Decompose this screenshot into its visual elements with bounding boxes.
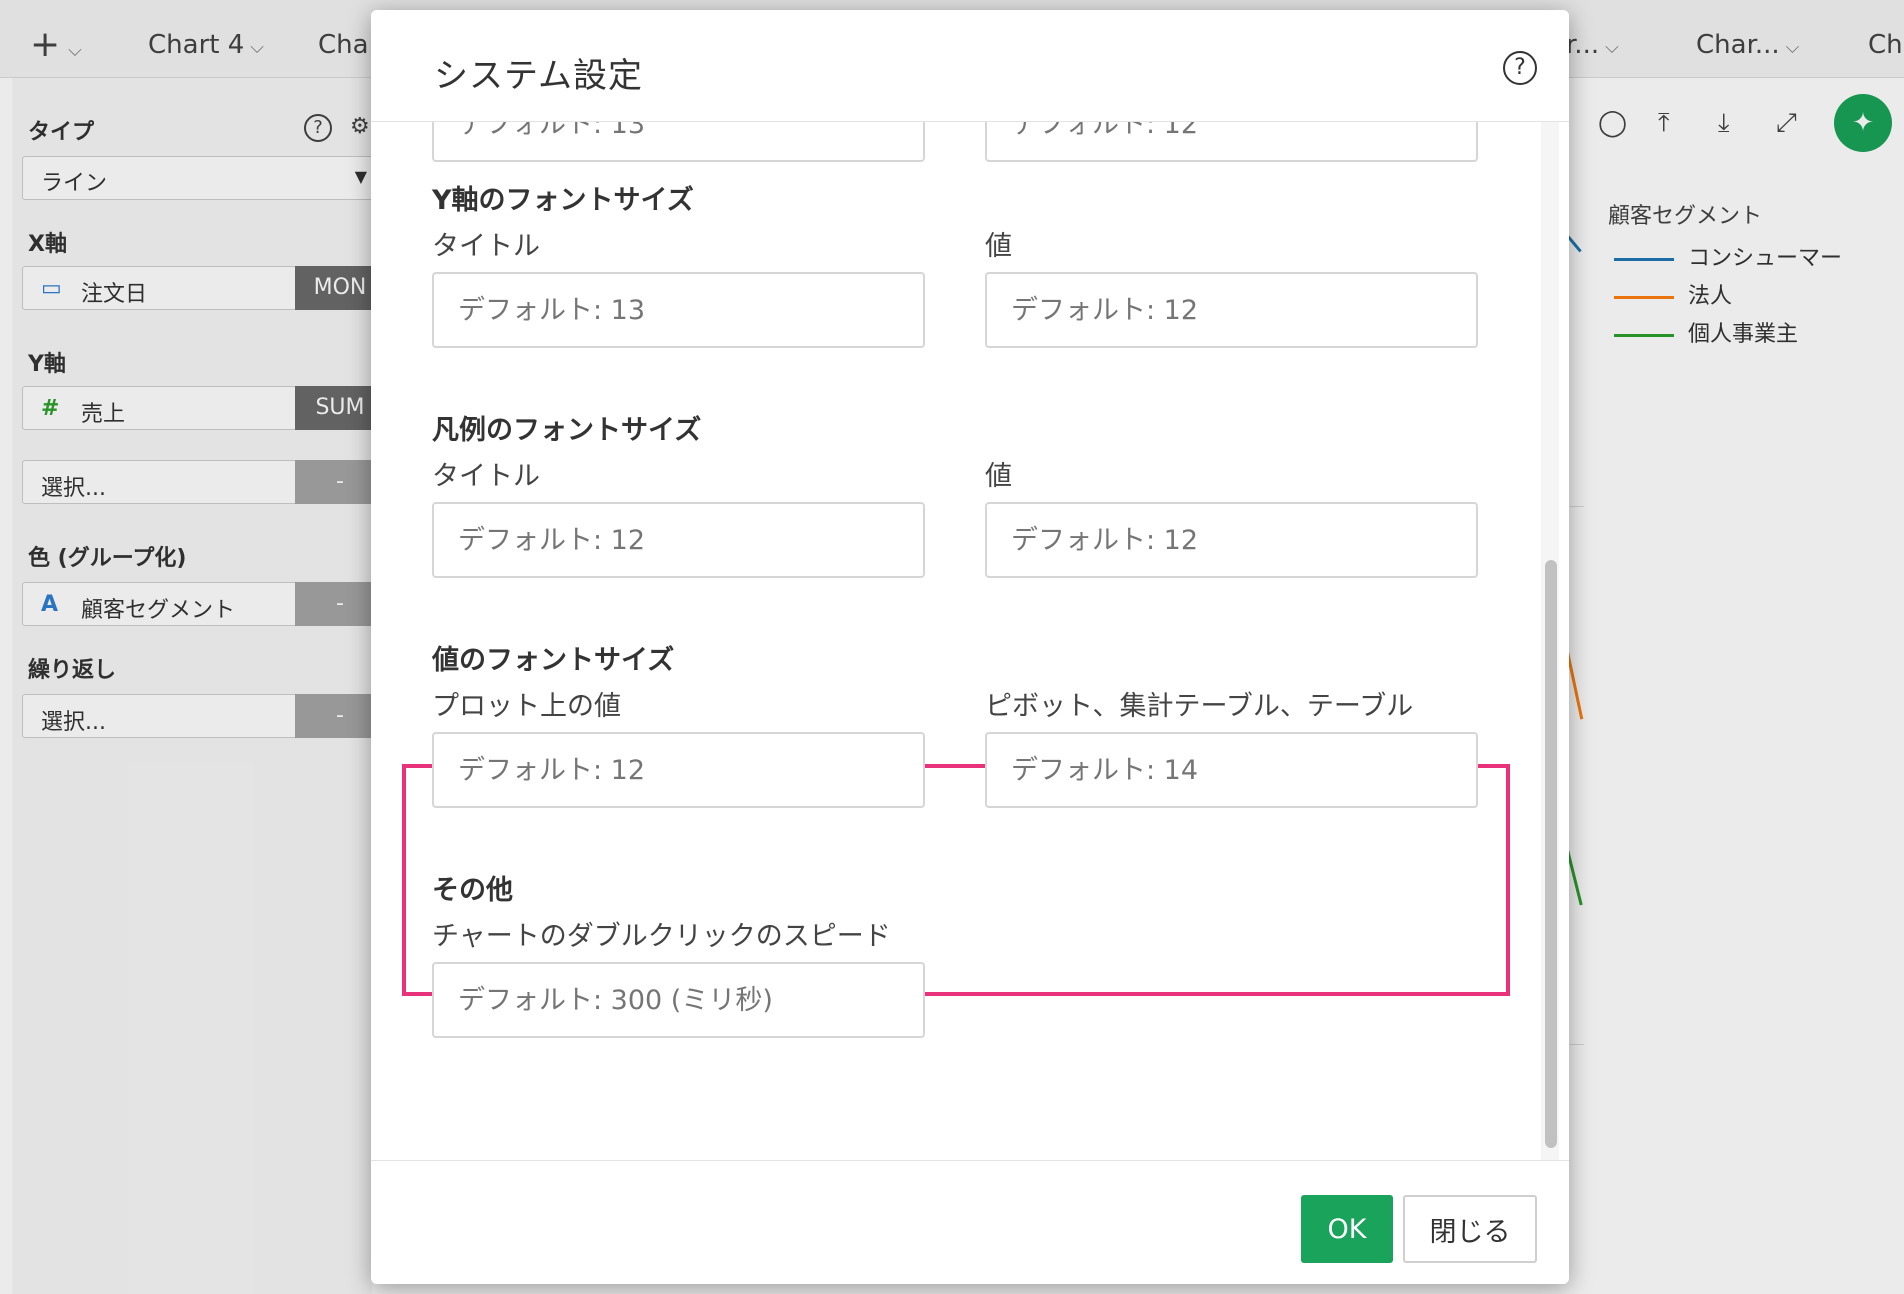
help-icon[interactable]: ? [1503, 51, 1537, 85]
scrolled-field-left[interactable] [432, 122, 925, 162]
legend-value-font-input[interactable] [985, 502, 1478, 578]
ok-button[interactable]: OK [1301, 1195, 1393, 1263]
system-settings-dialog: システム設定 ? Y軸のフォントサイズ タイトル 値 凡例のフォントサイズ タイ… [371, 10, 1569, 1284]
legend-value-label: 値 [985, 461, 1012, 492]
close-button[interactable]: 閉じる [1403, 1195, 1537, 1263]
legend-font-size-title: 凡例のフォントサイズ [432, 415, 702, 446]
y-axis-font-size-title: Y軸のフォントサイズ [432, 185, 694, 216]
double-click-speed-label: チャートのダブルクリックのスピード [432, 921, 891, 952]
y-axis-value-label: 値 [985, 231, 1012, 262]
dialog-scrollbar[interactable] [1541, 122, 1559, 1160]
plot-value-font-input[interactable] [432, 732, 925, 808]
legend-title-font-input[interactable] [432, 502, 925, 578]
double-click-speed-input[interactable] [432, 962, 925, 1038]
dialog-body[interactable]: Y軸のフォントサイズ タイトル 値 凡例のフォントサイズ タイトル 値 値のフォ… [371, 122, 1569, 1160]
dialog-header: システム設定 ? [371, 10, 1569, 122]
table-value-font-input[interactable] [985, 732, 1478, 808]
scrollbar-thumb[interactable] [1545, 560, 1557, 1148]
dialog-title: システム設定 [434, 56, 643, 96]
scrolled-field-right[interactable] [985, 122, 1478, 162]
table-value-label: ピボット、集計テーブル、テーブル [985, 691, 1414, 722]
other-section-title: その他 [432, 875, 513, 906]
y-axis-title-label: タイトル [432, 231, 540, 262]
dialog-footer: OK 閉じる [371, 1160, 1569, 1284]
plot-value-label: プロット上の値 [432, 691, 621, 722]
legend-title-label: タイトル [432, 461, 540, 492]
y-axis-value-font-input[interactable] [985, 272, 1478, 348]
y-axis-title-font-input[interactable] [432, 272, 925, 348]
value-font-size-title: 値のフォントサイズ [432, 645, 675, 676]
